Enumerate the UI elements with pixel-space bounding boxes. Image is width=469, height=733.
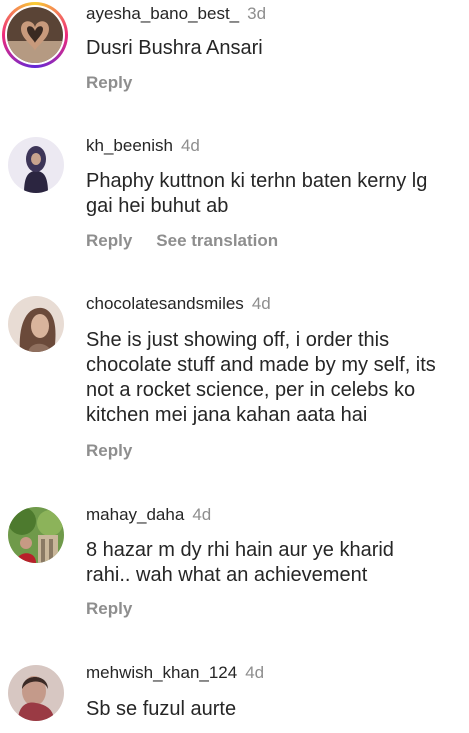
username[interactable]: mahay_daha bbox=[86, 505, 184, 524]
reply-button[interactable]: Reply bbox=[86, 599, 132, 618]
reply-button[interactable]: Reply bbox=[86, 73, 132, 92]
avatar-outdoor-photo-icon bbox=[8, 507, 64, 563]
comment-text: Sb se fuzul aurte bbox=[86, 698, 237, 720]
comment-header: mehwish_khan_124 4d bbox=[86, 663, 264, 683]
timestamp: 4d bbox=[192, 505, 212, 524]
avatar-hijab-figure-icon bbox=[8, 137, 64, 193]
username[interactable]: kh_beenish bbox=[86, 136, 173, 155]
timestamp: 4d bbox=[251, 294, 271, 313]
comment-header: ayesha_bano_best_ 3d bbox=[86, 4, 266, 24]
comment-actions: Reply bbox=[86, 73, 132, 93]
comment-text: 8 hazar m dy rhi hain aur ye kharid rahi… bbox=[86, 539, 394, 586]
see-translation-button[interactable]: See translation bbox=[156, 231, 278, 250]
comment-header: mahay_daha 4d bbox=[86, 505, 211, 525]
avatar[interactable] bbox=[8, 665, 64, 721]
comment-header: chocolatesandsmiles 4d bbox=[86, 294, 271, 314]
timestamp: 4d bbox=[245, 663, 265, 682]
timestamp: 4d bbox=[180, 136, 200, 155]
comment-actions: Reply bbox=[86, 441, 132, 461]
username[interactable]: mehwish_khan_124 bbox=[86, 663, 237, 682]
comment-text: Phaphy kuttnon ki terhn baten kerny lg g… bbox=[86, 170, 428, 217]
avatar-heart-hands-icon bbox=[7, 7, 63, 63]
comment-actions: Reply See translation bbox=[86, 231, 278, 251]
avatar[interactable] bbox=[8, 296, 64, 352]
comment-actions: Reply bbox=[86, 599, 132, 619]
avatar-portrait-icon bbox=[8, 665, 64, 721]
avatar[interactable] bbox=[7, 7, 63, 63]
timestamp: 3d bbox=[247, 4, 267, 23]
comment-text: Dusri Bushra Ansari bbox=[86, 37, 263, 59]
avatar[interactable] bbox=[8, 507, 64, 563]
avatar-portrait-icon bbox=[8, 296, 64, 352]
username[interactable]: ayesha_bano_best_ bbox=[86, 4, 239, 23]
reply-button[interactable]: Reply bbox=[86, 231, 132, 250]
avatar[interactable] bbox=[8, 137, 64, 193]
username[interactable]: chocolatesandsmiles bbox=[86, 294, 244, 313]
comment-text: She is just showing off, i order this ch… bbox=[86, 329, 436, 426]
comment-header: kh_beenish 4d bbox=[86, 136, 200, 156]
reply-button[interactable]: Reply bbox=[86, 441, 132, 460]
